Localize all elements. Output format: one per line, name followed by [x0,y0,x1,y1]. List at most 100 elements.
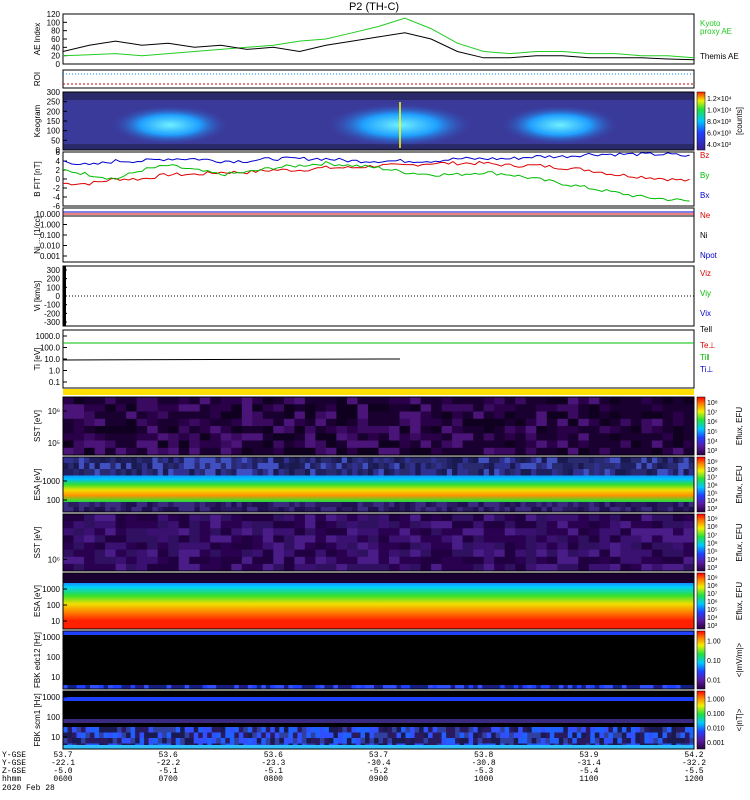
sst-i-cell [620,514,632,522]
sst-e-cell [231,397,243,405]
sst-i-cell [357,549,369,558]
sst-i-cell [683,542,695,551]
sst-e-cell [273,411,285,420]
esa-e-bot-cell [609,502,616,508]
dens-tick: 0.001 [40,252,61,261]
esa-e-top-cell [115,457,122,464]
esa-e-top-cell [215,469,222,476]
fbk-b-tick: 100 [47,713,61,722]
fbk-b-bot-cell [369,738,375,744]
sst-i-cell [662,521,674,529]
sst-i-cell [620,528,632,536]
fbk-b-bot-cell [468,738,474,744]
fbk-b-bot-cell [464,732,470,739]
sst-i-cell [283,542,295,551]
sst-e-cell [546,411,558,420]
esa-e-top-cell [320,469,327,476]
sst-e-cell [588,447,600,456]
esa-e-top-cell [462,469,469,476]
esa-e-top-cell [630,469,637,476]
esa-e-top-cell [152,469,159,476]
esa-e-top-cell [620,469,627,476]
sst-e-cell [73,447,85,456]
sst-e-cell [252,440,264,449]
esa-e-top-cell [536,469,543,476]
esa-e-top-cell [378,469,385,476]
sst-e-cell [525,411,537,420]
sst-e-cell [294,433,306,442]
fbk-b-bot-cell [346,738,352,744]
bfit-tick: 4 [56,157,61,166]
sst-i-cell [347,521,358,529]
bfit-tick: -2 [53,184,61,193]
fbk-b-bot-cell [252,738,258,744]
sst-e-cell [168,411,180,420]
esa-e-top-cell [620,463,627,470]
sst-i-cell [462,514,474,522]
esa-e-top-cell [499,463,506,470]
fbk-b-bot-cell [94,738,100,744]
esa-e-top-cell [394,463,401,470]
sst-i-cell [483,542,495,551]
sst-i-cell [147,556,159,565]
sst-i-cell [220,521,232,529]
sst-i-cell [557,542,569,551]
fbk-b-bot-cell [518,732,524,739]
sst-i-cell [515,556,527,565]
sst-i-cell [126,528,138,536]
esa-e-top-cell [662,457,669,464]
esa-e-top-cell [331,463,337,470]
sst-i-cell [231,521,243,529]
temp-tell [62,358,401,361]
sst-i-cell [157,549,169,558]
fbk-b-bot-cell [283,738,289,744]
sst-i-cell [378,528,390,536]
esa-e-bot-cell [115,502,122,508]
fbk-b-bot-cell [265,727,271,733]
sst-i-cell [336,556,348,565]
esa-e-top-cell [231,457,238,464]
sst-e-cell [105,404,117,413]
sst-i-cell [115,556,127,565]
sst-e-cell [473,433,485,442]
sst-e-cell [199,404,211,413]
sst-e-cell [336,411,348,420]
sst-i-cell [294,535,306,543]
sst-i-cell [452,521,464,529]
sst-i-cell [483,563,495,572]
sst-e-cell [494,433,506,442]
sst-i-cell [273,549,285,558]
sst-i-cell [63,563,74,572]
esa-e-bot-cell [105,502,111,508]
sst-e-cell [431,418,443,427]
esa-e-bot-cell [226,502,232,508]
esa-e-bot-cell [683,502,690,508]
sst-e-cell [525,404,537,413]
fbk-b-bot-cell [360,732,366,739]
esa-e-top-cell [120,463,127,470]
esa-e-top-cell [546,469,553,476]
esa-e-top-cell [478,463,485,470]
sst-i-cell [262,528,274,536]
esa-e-bot-cell [220,502,227,508]
fbk-b-bot-cell [103,727,109,733]
sst-e-cell [84,418,95,427]
esa-e-bot-cell [231,502,238,508]
sst-e-cell [599,397,611,405]
sst-i-cell [304,563,316,572]
sst-i-cell [178,549,190,558]
fbk-b-bot-cell [549,727,555,733]
fbk-b-bot-cell [680,738,686,744]
sst-e-cell [399,440,411,449]
sst-i-cell [73,549,85,558]
sst-i-cell [63,528,74,536]
sst-i-cell [578,549,590,558]
esa-e-top-cell [210,469,216,476]
esa-e-bot-cell [462,502,469,508]
fbk-b-bot-cell [310,732,316,739]
fbk-b-bot-cell [67,727,73,733]
sst-i-cell [536,542,548,551]
sst-i-cell [410,556,422,565]
fbk-b-bot-cell [428,738,434,744]
fbk-b-bot-cell [108,738,114,744]
